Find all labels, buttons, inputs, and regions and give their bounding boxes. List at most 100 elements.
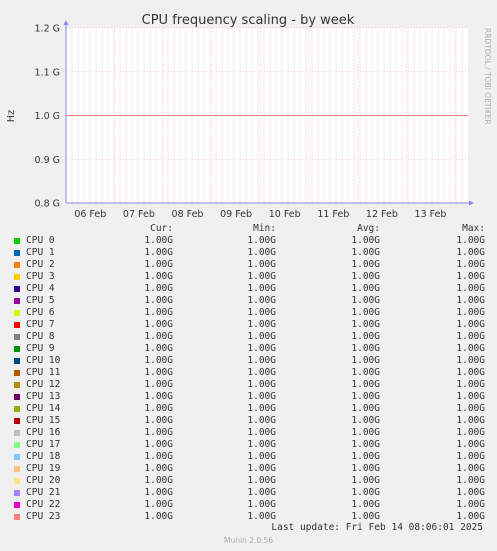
legend-avg: 1.00G <box>351 451 380 462</box>
y-tick-label: 1.0 G <box>35 111 61 122</box>
cpu-frequency-chart: CPU frequency scaling - by week Hz RRDTO… <box>6 13 492 220</box>
legend-max: 1.00G <box>456 331 485 342</box>
legend-row: CPU 2 1.00G 1.00G 1.00G 1.00G <box>0 259 497 271</box>
legend-min: 1.00G <box>247 319 276 330</box>
legend-cur: 1.00G <box>144 355 173 366</box>
last-update: Last update: Fri Feb 14 08:06:01 2025 <box>271 522 483 533</box>
legend-header: Cur: Min: Avg: Max: <box>0 223 497 235</box>
legend-cur: 1.00G <box>144 463 173 474</box>
legend-cur: 1.00G <box>144 487 173 498</box>
legend-min: 1.00G <box>247 403 276 414</box>
x-tick-label: 09 Feb <box>220 209 252 220</box>
legend-max: 1.00G <box>456 355 485 366</box>
legend-name: CPU 5 <box>26 295 55 306</box>
legend-cur: 1.00G <box>144 475 173 486</box>
legend-max: 1.00G <box>456 499 485 510</box>
legend-name: CPU 13 <box>26 391 61 402</box>
legend-max: 1.00G <box>456 379 485 390</box>
legend-avg: 1.00G <box>351 379 380 390</box>
legend-avg: 1.00G <box>351 247 380 258</box>
legend-swatch <box>14 418 20 424</box>
legend-name: CPU 7 <box>26 319 55 330</box>
legend-avg: 1.00G <box>351 439 380 450</box>
legend-max: 1.00G <box>456 235 485 246</box>
legend-row: CPU 3 1.00G 1.00G 1.00G 1.00G <box>0 271 497 283</box>
legend-swatch <box>14 478 20 484</box>
munin-version: Munin 2.0.56 <box>223 536 274 545</box>
legend-rows: CPU 0 1.00G 1.00G 1.00G 1.00G CPU 1 1.00G 1.00G… <box>0 235 497 523</box>
legend-row: CPU 13 1.00G 1.00G 1.00G 1.00G <box>0 391 497 403</box>
legend-swatch <box>14 274 20 280</box>
legend-min: 1.00G <box>247 247 276 258</box>
legend-swatch <box>14 322 20 328</box>
legend-min: 1.00G <box>247 295 276 306</box>
legend-max: 1.00G <box>456 283 485 294</box>
legend-avg: 1.00G <box>351 307 380 318</box>
legend-cur: 1.00G <box>144 259 173 270</box>
legend-swatch <box>14 346 20 352</box>
legend-name: CPU 15 <box>26 415 61 426</box>
legend-cur: 1.00G <box>144 247 173 258</box>
legend-name: CPU 8 <box>26 331 55 342</box>
legend-cur: 1.00G <box>144 511 173 522</box>
legend-max: 1.00G <box>456 475 485 486</box>
x-tick-label: 12 Feb <box>366 209 398 220</box>
legend-row: CPU 12 1.00G 1.00G 1.00G 1.00G <box>0 379 497 391</box>
legend-avg: 1.00G <box>351 487 380 498</box>
x-tick-label: 10 Feb <box>269 209 301 220</box>
legend-name: CPU 10 <box>26 355 61 366</box>
legend-avg: 1.00G <box>351 367 380 378</box>
legend-name: CPU 0 <box>26 235 55 246</box>
legend-name: CPU 11 <box>26 367 61 378</box>
legend-avg: 1.00G <box>351 235 380 246</box>
legend-avg: 1.00G <box>351 259 380 270</box>
legend-cur: 1.00G <box>144 391 173 402</box>
legend-swatch <box>14 382 20 388</box>
legend-avg: 1.00G <box>351 319 380 330</box>
legend-row: CPU 21 1.00G 1.00G 1.00G 1.00G <box>0 487 497 499</box>
legend-avg: 1.00G <box>351 499 380 510</box>
legend-row: CPU 17 1.00G 1.00G 1.00G 1.00G <box>0 439 497 451</box>
legend-row: CPU 10 1.00G 1.00G 1.00G 1.00G <box>0 355 497 367</box>
legend-row: CPU 0 1.00G 1.00G 1.00G 1.00G <box>0 235 497 247</box>
legend-cur: 1.00G <box>144 307 173 318</box>
header-avg: Avg: <box>357 223 380 234</box>
y-tick-label: 1.1 G <box>35 67 61 78</box>
legend-name: CPU 9 <box>26 343 55 354</box>
legend-min: 1.00G <box>247 463 276 474</box>
legend-min: 1.00G <box>247 367 276 378</box>
legend-avg: 1.00G <box>351 415 380 426</box>
legend-min: 1.00G <box>247 283 276 294</box>
legend-swatch <box>14 262 20 268</box>
legend-row: CPU 7 1.00G 1.00G 1.00G 1.00G <box>0 319 497 331</box>
legend-swatch <box>14 394 20 400</box>
legend-max: 1.00G <box>456 367 485 378</box>
legend-row: CPU 11 1.00G 1.00G 1.00G 1.00G <box>0 367 497 379</box>
legend-row: CPU 19 1.00G 1.00G 1.00G 1.00G <box>0 463 497 475</box>
legend-max: 1.00G <box>456 463 485 474</box>
legend-max: 1.00G <box>456 427 485 438</box>
legend-max: 1.00G <box>456 403 485 414</box>
x-axis-arrow <box>469 200 474 206</box>
legend-max: 1.00G <box>456 451 485 462</box>
legend-max: 1.00G <box>456 247 485 258</box>
legend-max: 1.00G <box>456 307 485 318</box>
legend-cur: 1.00G <box>144 235 173 246</box>
legend-avg: 1.00G <box>351 331 380 342</box>
legend-avg: 1.00G <box>351 463 380 474</box>
legend-min: 1.00G <box>247 259 276 270</box>
rrdtool-credit: RRDTOOL / TOBI OETIKER <box>483 28 492 125</box>
legend-swatch <box>14 238 20 244</box>
legend-cur: 1.00G <box>144 415 173 426</box>
legend-avg: 1.00G <box>351 355 380 366</box>
legend-name: CPU 3 <box>26 271 55 282</box>
legend-row: CPU 18 1.00G 1.00G 1.00G 1.00G <box>0 451 497 463</box>
legend-swatch <box>14 514 20 520</box>
legend-avg: 1.00G <box>351 475 380 486</box>
y-axis-arrow <box>63 20 69 25</box>
legend-avg: 1.00G <box>351 283 380 294</box>
legend-max: 1.00G <box>456 391 485 402</box>
legend-avg: 1.00G <box>351 427 380 438</box>
legend-row: CPU 15 1.00G 1.00G 1.00G 1.00G <box>0 415 497 427</box>
legend-swatch <box>14 310 20 316</box>
